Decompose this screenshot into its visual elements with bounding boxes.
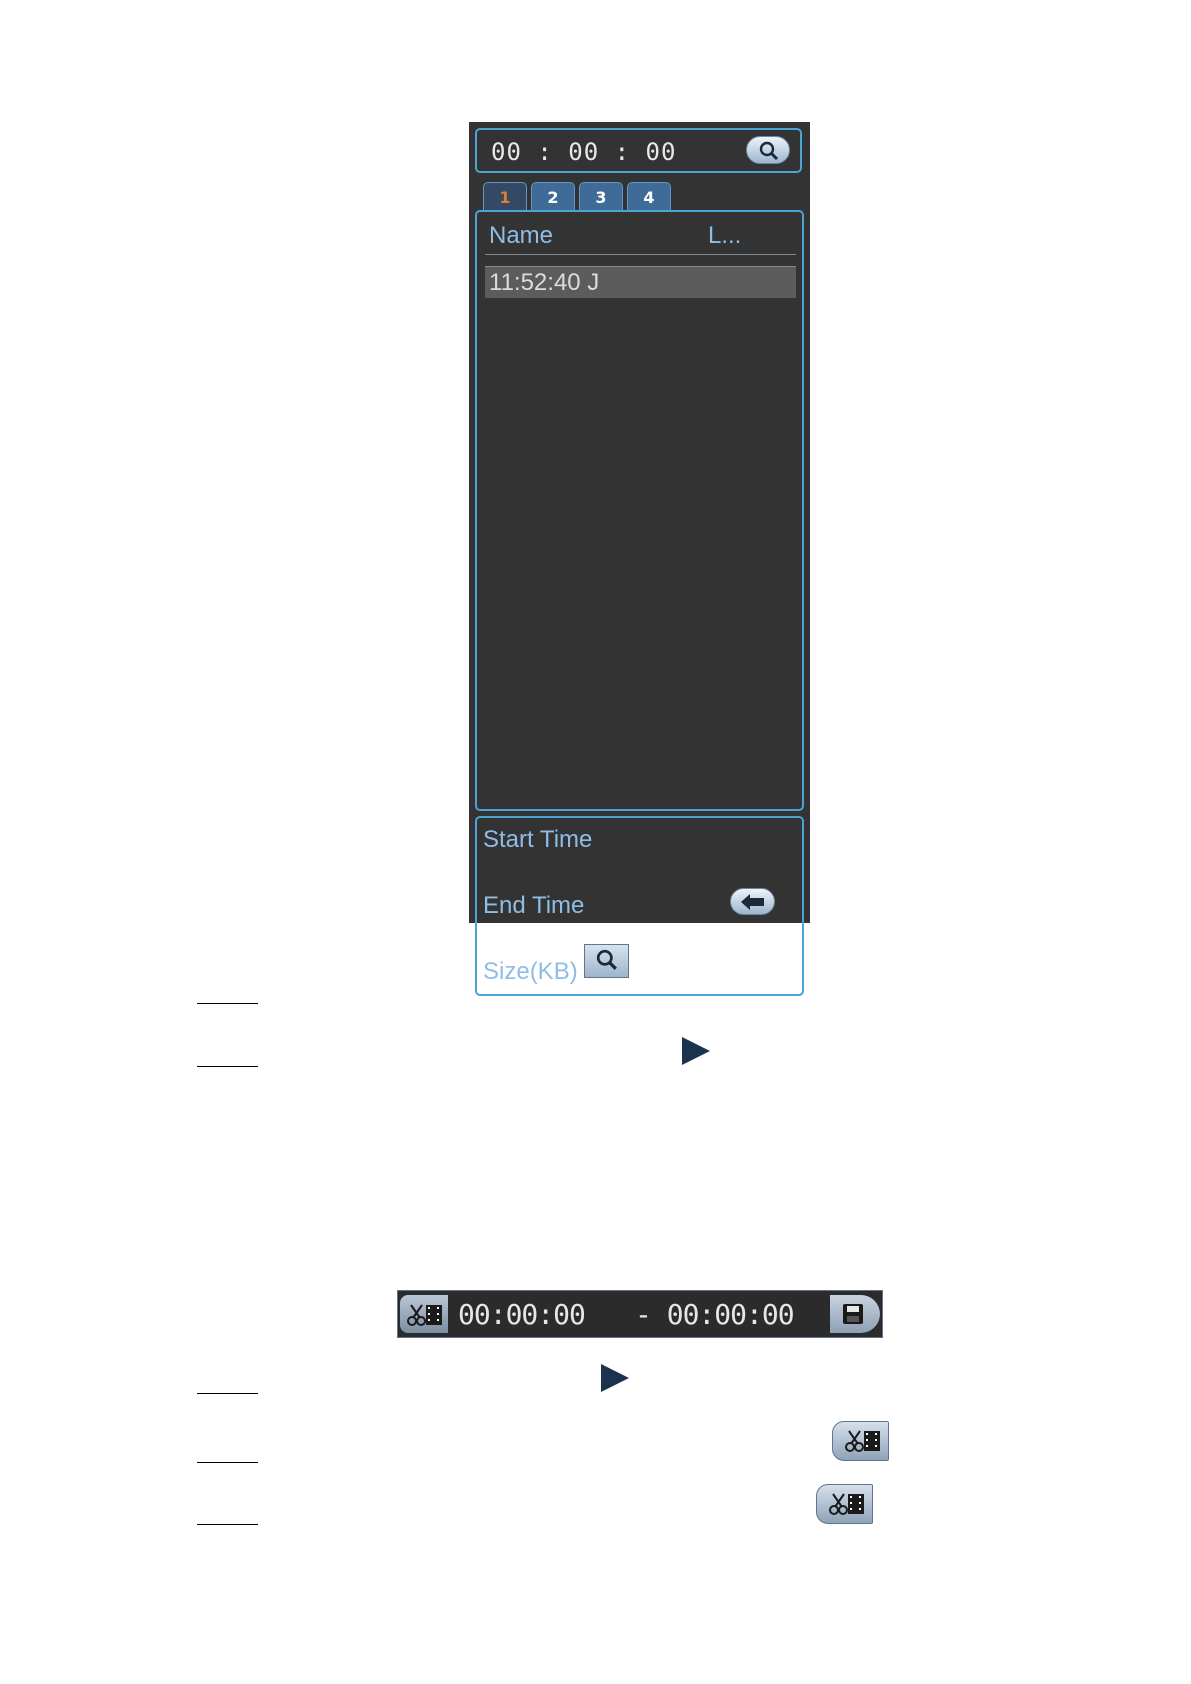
scissors-film-icon: [845, 1430, 880, 1452]
file-list: Name L... 11:52:40 J: [475, 210, 804, 811]
clip-button-reference: [816, 1484, 873, 1524]
size-label: Size(KB): [483, 958, 578, 985]
tab-channel-1[interactable]: 1: [483, 182, 527, 210]
step-underline: [197, 1524, 258, 1525]
search-button[interactable]: [746, 136, 790, 164]
search-icon: [596, 949, 617, 970]
header-divider: [485, 254, 796, 255]
clip-button[interactable]: [400, 1295, 448, 1333]
back-arrow-icon: [741, 894, 764, 910]
step-underline: [197, 1393, 258, 1394]
list-item-name: 11:52:40 J: [489, 269, 600, 296]
floppy-disk-icon: [843, 1304, 863, 1324]
scissors-film-icon: [407, 1304, 442, 1326]
play-icon: [601, 1364, 629, 1392]
clip-start-time: 00:00:00: [458, 1298, 586, 1331]
time-input[interactable]: 00 : 00 : 00: [475, 128, 802, 173]
step-underline: [197, 1066, 258, 1067]
end-time-label: End Time: [483, 892, 585, 919]
column-header-length[interactable]: L...: [708, 222, 741, 250]
search-icon: [759, 141, 779, 161]
column-header-name[interactable]: Name: [489, 222, 553, 250]
playback-panel: 00 : 00 : 00 1 2 3 4 Name L... 11:52:40 …: [469, 122, 810, 996]
tab-channel-3[interactable]: 3: [579, 182, 623, 210]
step-underline: [197, 1462, 258, 1463]
clip-end-time: - 00:00:00: [635, 1298, 795, 1331]
tab-channel-4[interactable]: 4: [627, 182, 671, 210]
list-item[interactable]: 11:52:40 J: [485, 266, 796, 298]
back-button[interactable]: [730, 888, 775, 915]
play-icon: [682, 1037, 710, 1065]
scissors-film-icon: [829, 1493, 864, 1515]
clip-button-reference: [832, 1421, 889, 1461]
clip-bar: 00:00:00 - 00:00:00: [397, 1290, 883, 1338]
step-underline: [197, 1003, 258, 1004]
start-time-label: Start Time: [483, 826, 593, 853]
search-button-reference: [584, 944, 629, 978]
time-value[interactable]: 00 : 00 : 00: [491, 138, 676, 166]
tab-channel-2[interactable]: 2: [531, 182, 575, 210]
save-clip-button[interactable]: [830, 1295, 880, 1333]
